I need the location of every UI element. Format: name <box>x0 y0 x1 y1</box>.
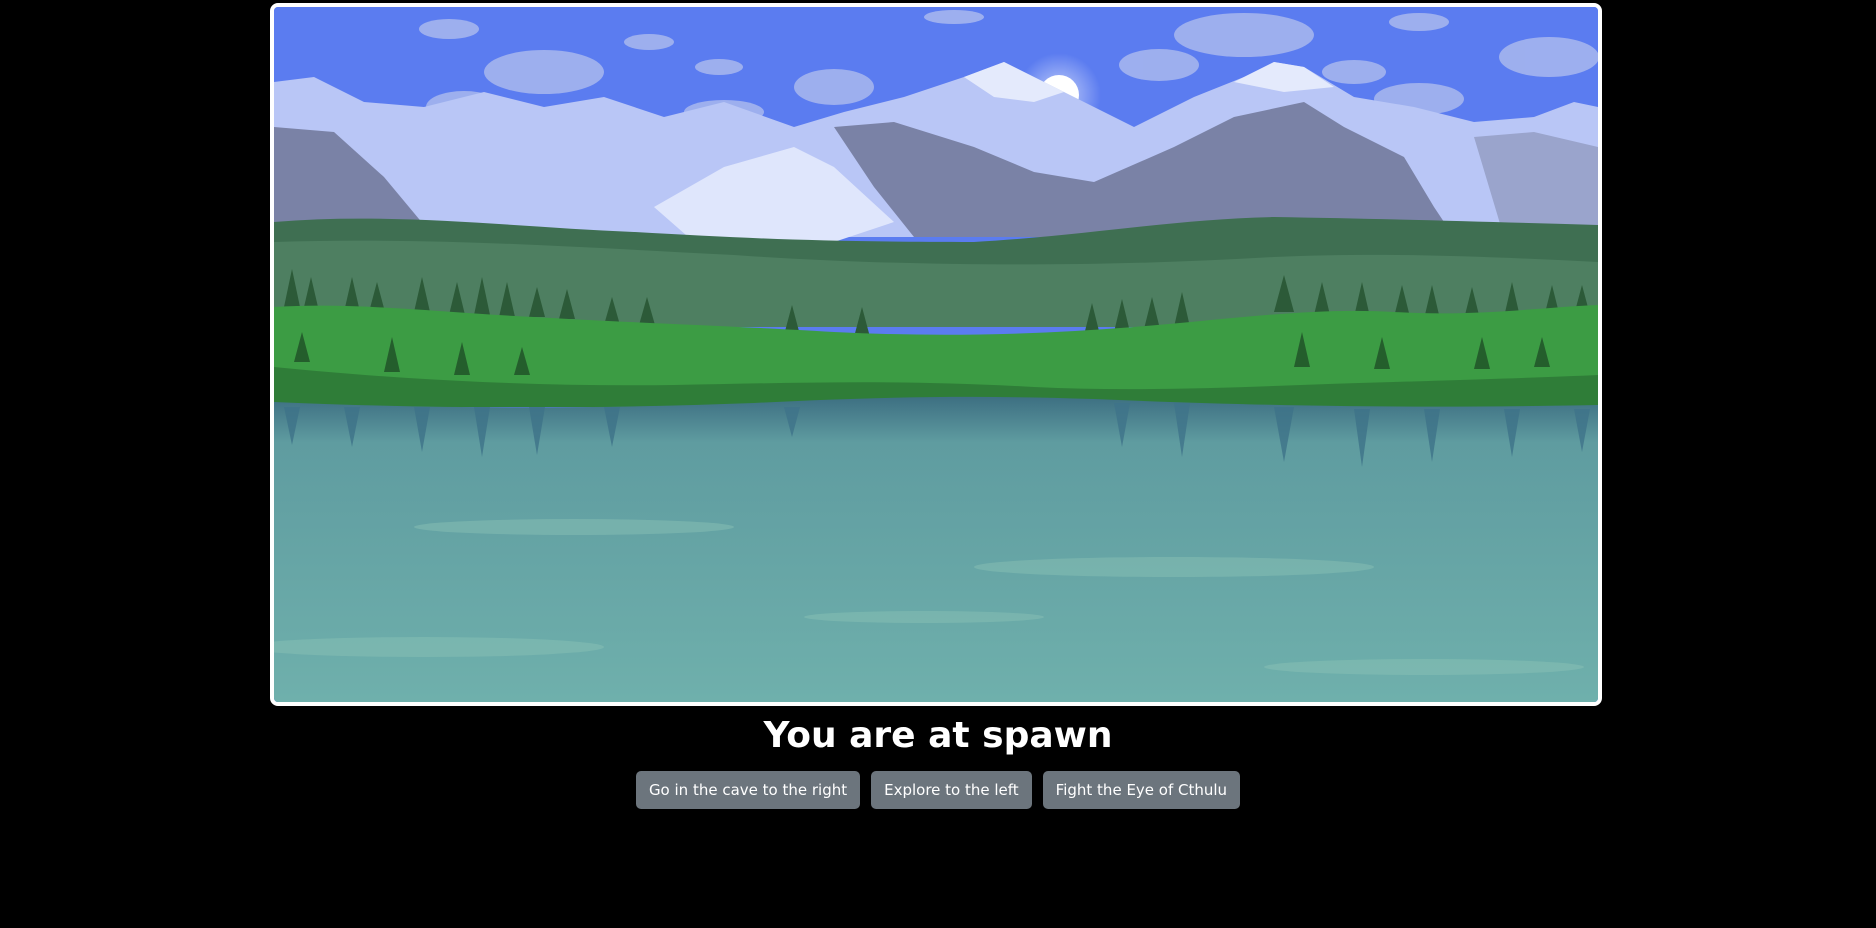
explore-left-button[interactable]: Explore to the left <box>871 771 1032 809</box>
scene-image-frame <box>270 3 1602 706</box>
game-page: You are at spawn Go in the cave to the r… <box>0 0 1876 928</box>
spawn-landscape-image <box>274 7 1598 702</box>
go-in-cave-button[interactable]: Go in the cave to the right <box>635 771 861 809</box>
fight-eye-of-cthulu-button[interactable]: Fight the Eye of Cthulu <box>1042 771 1241 809</box>
choice-buttons: Go in the cave to the right Explore to t… <box>0 771 1876 809</box>
location-title: You are at spawn <box>763 715 1113 756</box>
